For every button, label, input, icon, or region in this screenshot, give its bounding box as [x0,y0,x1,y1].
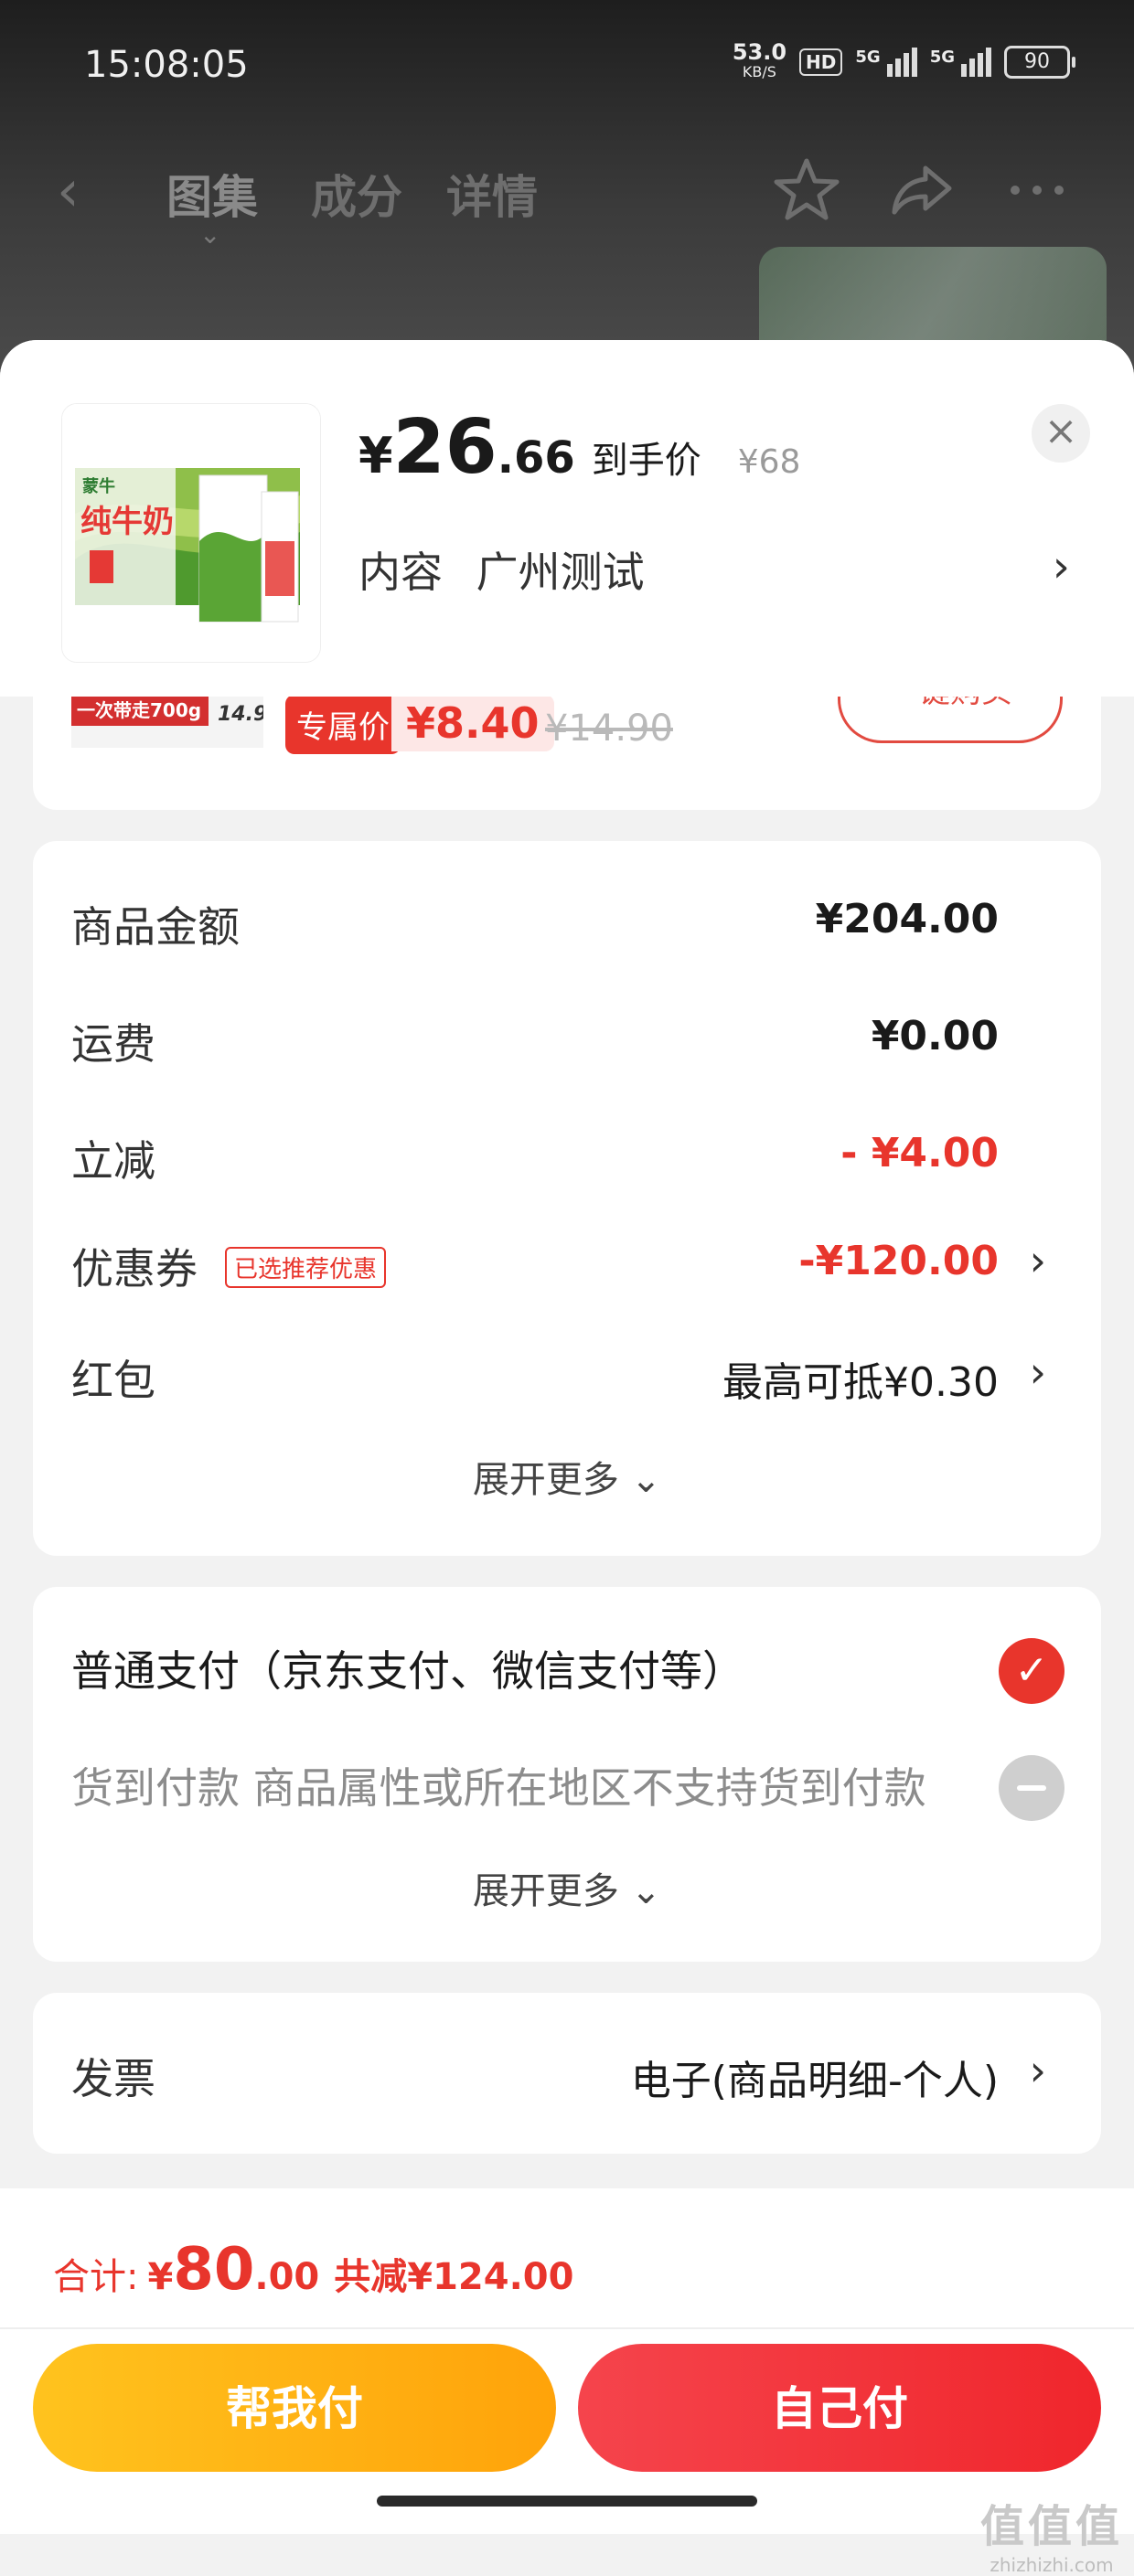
sku-label: 内容 [358,548,443,597]
sku-selector[interactable]: 内容 广州测试 [358,539,665,600]
promo-price: ¥8.40 [391,695,554,751]
top-nav: ‹ 图集 成分 详情 ⌄ [0,137,1134,250]
tab-gallery[interactable]: 图集 [166,161,258,227]
thumb-product-name: 纯牛奶 [80,504,174,540]
hd-icon: HD [799,48,843,76]
back-icon[interactable]: ‹ [57,157,80,224]
promo-orig-price: ¥14.90 [545,708,673,750]
order-summary-card: 商品金额 ¥204.00 运费 ¥0.00 立减 - ¥4.00 优惠券 已选推… [33,841,1101,1556]
payment-normal[interactable]: 普通支付（京东支付、微信支付等） [71,1638,744,1698]
exclusive-price-badge: 专属价 [285,695,401,754]
promo-img-caption-1: 一次带走700g [77,699,201,721]
thumb-brand: 蒙牛 [82,476,115,496]
invoice-card[interactable]: 发票 电子(商品明细-个人) › [33,1993,1101,2154]
payment-expand-more[interactable]: 展开更多 ⌄ [33,1861,1101,1914]
more-icon[interactable] [1000,154,1074,227]
divider [0,2327,1134,2329]
tab-details[interactable]: 详情 [446,161,538,227]
original-price: ¥68 [737,443,801,481]
status-bar: 15:08:05 53.0 KB/S HD 5G 5G 90 [0,0,1134,137]
final-price: ¥ 26 .66 到手价 ¥68 [358,404,801,491]
tab-indicator: ⌄ [199,219,221,250]
total-amount: 合计: ¥ 80 .00 共减¥124.00 [53,2236,574,2304]
summary-row-discount: 立减 - ¥4.00 [71,1130,999,1186]
summary-expand-more[interactable]: 展开更多 ⌄ [33,1450,1101,1503]
final-price-tag: 到手价 [591,440,701,482]
pay-myself-button[interactable]: 自己付 [578,2344,1101,2472]
payment-method-card: 普通支付（京东支付、微信支付等） ✓ 货到付款 商品属性或所在地区不支持货到付款… [33,1587,1101,1962]
check-icon[interactable]: ✓ [999,1638,1064,1704]
chevron-right-icon: › [1029,1347,1046,1397]
signal-icon-2: 5G [930,48,991,77]
star-icon[interactable] [770,154,843,227]
product-thumbnail: 蒙牛 纯牛奶 [62,404,320,662]
summary-row-coupon[interactable]: 优惠券 已选推荐优惠 -¥120.00 › [71,1227,1063,1300]
summary-row-shipping: 运费 ¥0.00 [71,1013,999,1069]
status-icons: 53.0 KB/S HD 5G 5G 90 [732,39,1075,82]
sheet-header: 蒙牛 纯牛奶 ¥ 26 .66 到手价 ¥68 内容 广州测试 › × [0,340,1134,697]
promo-img-caption-2: 14.9 [218,703,263,726]
coupon-tag: 已选推荐优惠 [225,1247,387,1288]
disabled-icon [999,1755,1064,1821]
help-me-pay-button[interactable]: 帮我付 [33,2344,556,2472]
net-speed: 53.0 KB/S [732,39,787,80]
sku-value: 广州测试 [476,548,645,597]
payment-cod: 货到付款 商品属性或所在地区不支持货到付款 [71,1763,926,1813]
watermark-logo: 值值值 zhizhizhi.com [979,2501,1123,2576]
total-saved: 共减¥124.00 [334,2256,574,2298]
signal-icon: 5G [855,48,917,77]
tab-ingredients[interactable]: 成分 [311,161,402,227]
close-icon[interactable]: × [1032,404,1090,463]
status-time: 15:08:05 [84,44,249,86]
chevron-right-icon[interactable]: › [1053,541,1070,592]
chevron-right-icon: › [1029,2046,1046,2095]
battery-icon: 90 [1004,46,1075,79]
home-indicator[interactable] [377,2496,757,2507]
summary-row-red-packet[interactable]: 红包 最高可抵¥0.30 › [71,1338,1063,1411]
chevron-right-icon: › [1029,1236,1046,1285]
invoice-row[interactable]: 发票 电子(商品明细-个人) › [71,2037,1063,2110]
checkout-footer: 合计: ¥ 80 .00 共减¥124.00 帮我付 自己付 值值值 zhizh… [0,2188,1134,2576]
summary-row-goods: 商品金额 ¥204.00 [71,896,999,952]
share-icon[interactable] [885,154,958,227]
